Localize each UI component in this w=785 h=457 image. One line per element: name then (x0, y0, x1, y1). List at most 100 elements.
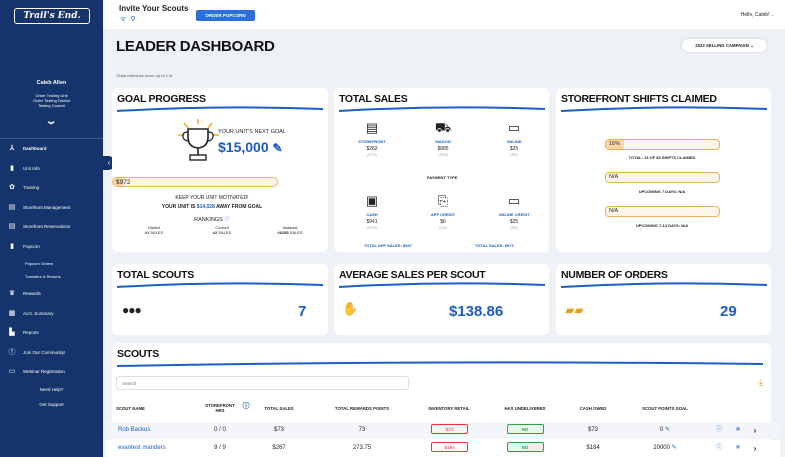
payment-pct: (1%) (439, 226, 447, 230)
channel-value: $262 (366, 146, 378, 152)
total-scouts-card: TOTAL SCOUTS (112, 264, 328, 335)
card-title: TOTAL SALES (339, 93, 408, 105)
reports-icon: ▙ (9, 329, 15, 336)
invite-scouts-heading: Invite Your Scouts (119, 4, 189, 13)
award-icon[interactable]: ✵ (732, 422, 744, 439)
column-header[interactable]: CASH OWED (568, 406, 618, 411)
table-row[interactable]: evantest manders 9 / 9 $267 273.75 -$184… (105, 440, 780, 457)
order-popcorn-button[interactable]: ORDER POPCORN (196, 10, 255, 21)
column-header[interactable]: SCOUT NAME (116, 406, 156, 411)
info-icon[interactable]: ⓘ (224, 217, 230, 223)
sidebar-item-webinar[interactable]: ▭ Webinar Registration (0, 363, 103, 379)
sidebar-item-storefront-reservations[interactable]: ▤ Storefront Reservations (0, 218, 103, 234)
download-icon[interactable]: ⤓ (759, 377, 763, 388)
title-swoosh (338, 282, 546, 288)
away-suffix: AWAY FROM GOAL (216, 204, 263, 210)
column-header[interactable]: INVENTORY RETAIL (418, 406, 480, 411)
user-greeting[interactable]: Hello, Caleb! ⌄ (741, 12, 775, 18)
payment-label: CASH (366, 212, 378, 217)
sidebar-divider (0, 138, 103, 139)
card-swipe-icon: ⎘ (437, 193, 449, 208)
storefront-icon: ▤ (8, 204, 16, 211)
title-swoosh (560, 282, 768, 288)
total-app-sales: TOTAL APP SALES: $947 (364, 243, 412, 248)
payment-label: APP CREDIT (430, 212, 456, 217)
column-header[interactable]: HAS UNDELIVERED (494, 406, 556, 411)
sidebar-item-popcorn[interactable]: ▮ Popcorn (0, 238, 103, 254)
chevron-down-icon[interactable]: ⌄ (45, 116, 58, 127)
chevron-down-icon: ⌄ (770, 12, 775, 18)
sidebar-item-storefront-management[interactable]: ▤ Storefront Management (0, 199, 103, 215)
scout-name-link[interactable]: evantest manders (118, 440, 166, 457)
shifts-total-value: 16% (609, 141, 621, 147)
sidebar-item-acct-summary[interactable]: ▦ Acct. Summary (0, 305, 103, 321)
card-title: NUMBER OF ORDERS (561, 269, 668, 281)
wifi-icon[interactable]: ᯤ (120, 16, 130, 23)
trophy-icon: ♛ (8, 290, 16, 297)
credit-card-icon: ▭ (507, 193, 521, 208)
shifts-7-14-days-label: UPCOMING 7-14 DAYS: N/A (635, 223, 689, 228)
pencil-icon[interactable]: ✎ (665, 427, 670, 433)
sidebar-item-rewards[interactable]: ♛ Rewards (0, 285, 103, 301)
payment-value: $6 (440, 219, 446, 225)
info-icon[interactable]: ⓘ (241, 401, 251, 411)
shifts-7-days-label: UPCOMING 7 DAYS: N/A (638, 189, 686, 194)
pencil-icon[interactable]: ✎ (273, 141, 283, 155)
table-row[interactable]: Rob Backus 0 / 0 $73 73 -$73 NO $73 0 ✎ … (105, 422, 780, 439)
rank-council: Council #2 SALES (188, 225, 256, 235)
scouts-group-icon: ●●● (122, 303, 142, 317)
info-icon[interactable]: ⓘ (714, 440, 724, 457)
column-header[interactable]: TOTAL REWARDS POINTS (318, 406, 406, 411)
rankings-heading: RANKINGS ⓘ (112, 215, 312, 223)
card-title: GOAL PROGRESS (117, 93, 206, 105)
scout-points-goal[interactable]: 0 ✎ (628, 422, 702, 439)
user-unit-info: Order Testing Unit Order Testing Distric… (0, 93, 103, 108)
link-icon[interactable]: ⚲ (130, 16, 139, 23)
next-goal-label: YOUR UNIT'S NEXT GOAL (218, 129, 286, 135)
channel-pct: (27%) (367, 153, 377, 157)
need-help-link[interactable]: Need Help? (0, 387, 103, 392)
info-icon[interactable]: ⓘ (714, 422, 724, 439)
channel-wagon: ⛟ WAGON $685 (70%) (418, 120, 468, 157)
payment-type-label: PAYMENT TYPE (427, 175, 458, 180)
goal-value: 0 (659, 427, 664, 433)
rank-value: #2 (212, 230, 218, 235)
goal-current-value: $972 (116, 179, 131, 186)
pencil-icon[interactable]: ✎ (672, 445, 677, 451)
scout-name-link[interactable]: Rob Backus (118, 422, 150, 439)
has-undelivered: NO (494, 440, 556, 457)
column-header[interactable]: TOTAL SALES (255, 406, 303, 411)
scout-search-input[interactable] (116, 376, 409, 390)
card-title: AVERAGE SALES PER SCOUT (339, 269, 486, 281)
payment-app-credit: ⎘ APP CREDIT $6 (1%) (418, 193, 468, 230)
get-support-link[interactable]: Get Support (0, 402, 103, 407)
motivate-text: KEEP YOUR UNIT MOTIVATED! (175, 195, 249, 201)
sidebar-item-dashboard[interactable]: ⅄ Dashboard (0, 140, 103, 156)
brand-logo[interactable]: Trail's End. (14, 8, 90, 24)
sidebar-item-reports[interactable]: ▙ Reports (0, 324, 103, 340)
channel-value: $25 (509, 146, 519, 152)
popcorn-icon: ▮ (10, 243, 14, 250)
channel-value: $685 (437, 146, 449, 152)
title-swoosh (116, 282, 324, 288)
payment-pct: (97%) (367, 226, 377, 230)
column-header[interactable]: STOREFRONT HRS (203, 403, 237, 413)
sidebar-item-label: Acct. Summary (23, 310, 54, 316)
chevron-right-icon[interactable]: › (750, 422, 760, 439)
sidebar-item-transfers-returns[interactable]: Transfers & Returns (0, 268, 103, 284)
column-header[interactable]: SCOUT POINTS GOAL (628, 406, 702, 411)
sidebar-item-label: Unit Info (23, 165, 40, 171)
shifts-7-14-days-value: N/A (609, 208, 619, 214)
payment-label: ONLINE CREDIT (498, 212, 530, 217)
scout-points-goal[interactable]: 20000 ✎ (628, 440, 702, 457)
sidebar-item-unit-info[interactable]: ▮ Unit Info (0, 160, 103, 176)
award-icon[interactable]: ✵ (732, 440, 744, 457)
sidebar-item-label: Dashboard (23, 145, 47, 151)
campaign-select[interactable]: 2022 SELLING CAMPAIGN ⌄ (682, 39, 767, 52)
wagon-icon: ⛟ (434, 120, 452, 135)
sidebar-item-join-community[interactable]: ⓕ Join Our Community! (0, 344, 103, 360)
trophy-icon (178, 119, 219, 161)
training-icon: ✿ (9, 184, 15, 191)
chevron-right-icon[interactable]: › (750, 440, 760, 457)
sidebar-item-training[interactable]: ✿ Training (0, 179, 103, 195)
